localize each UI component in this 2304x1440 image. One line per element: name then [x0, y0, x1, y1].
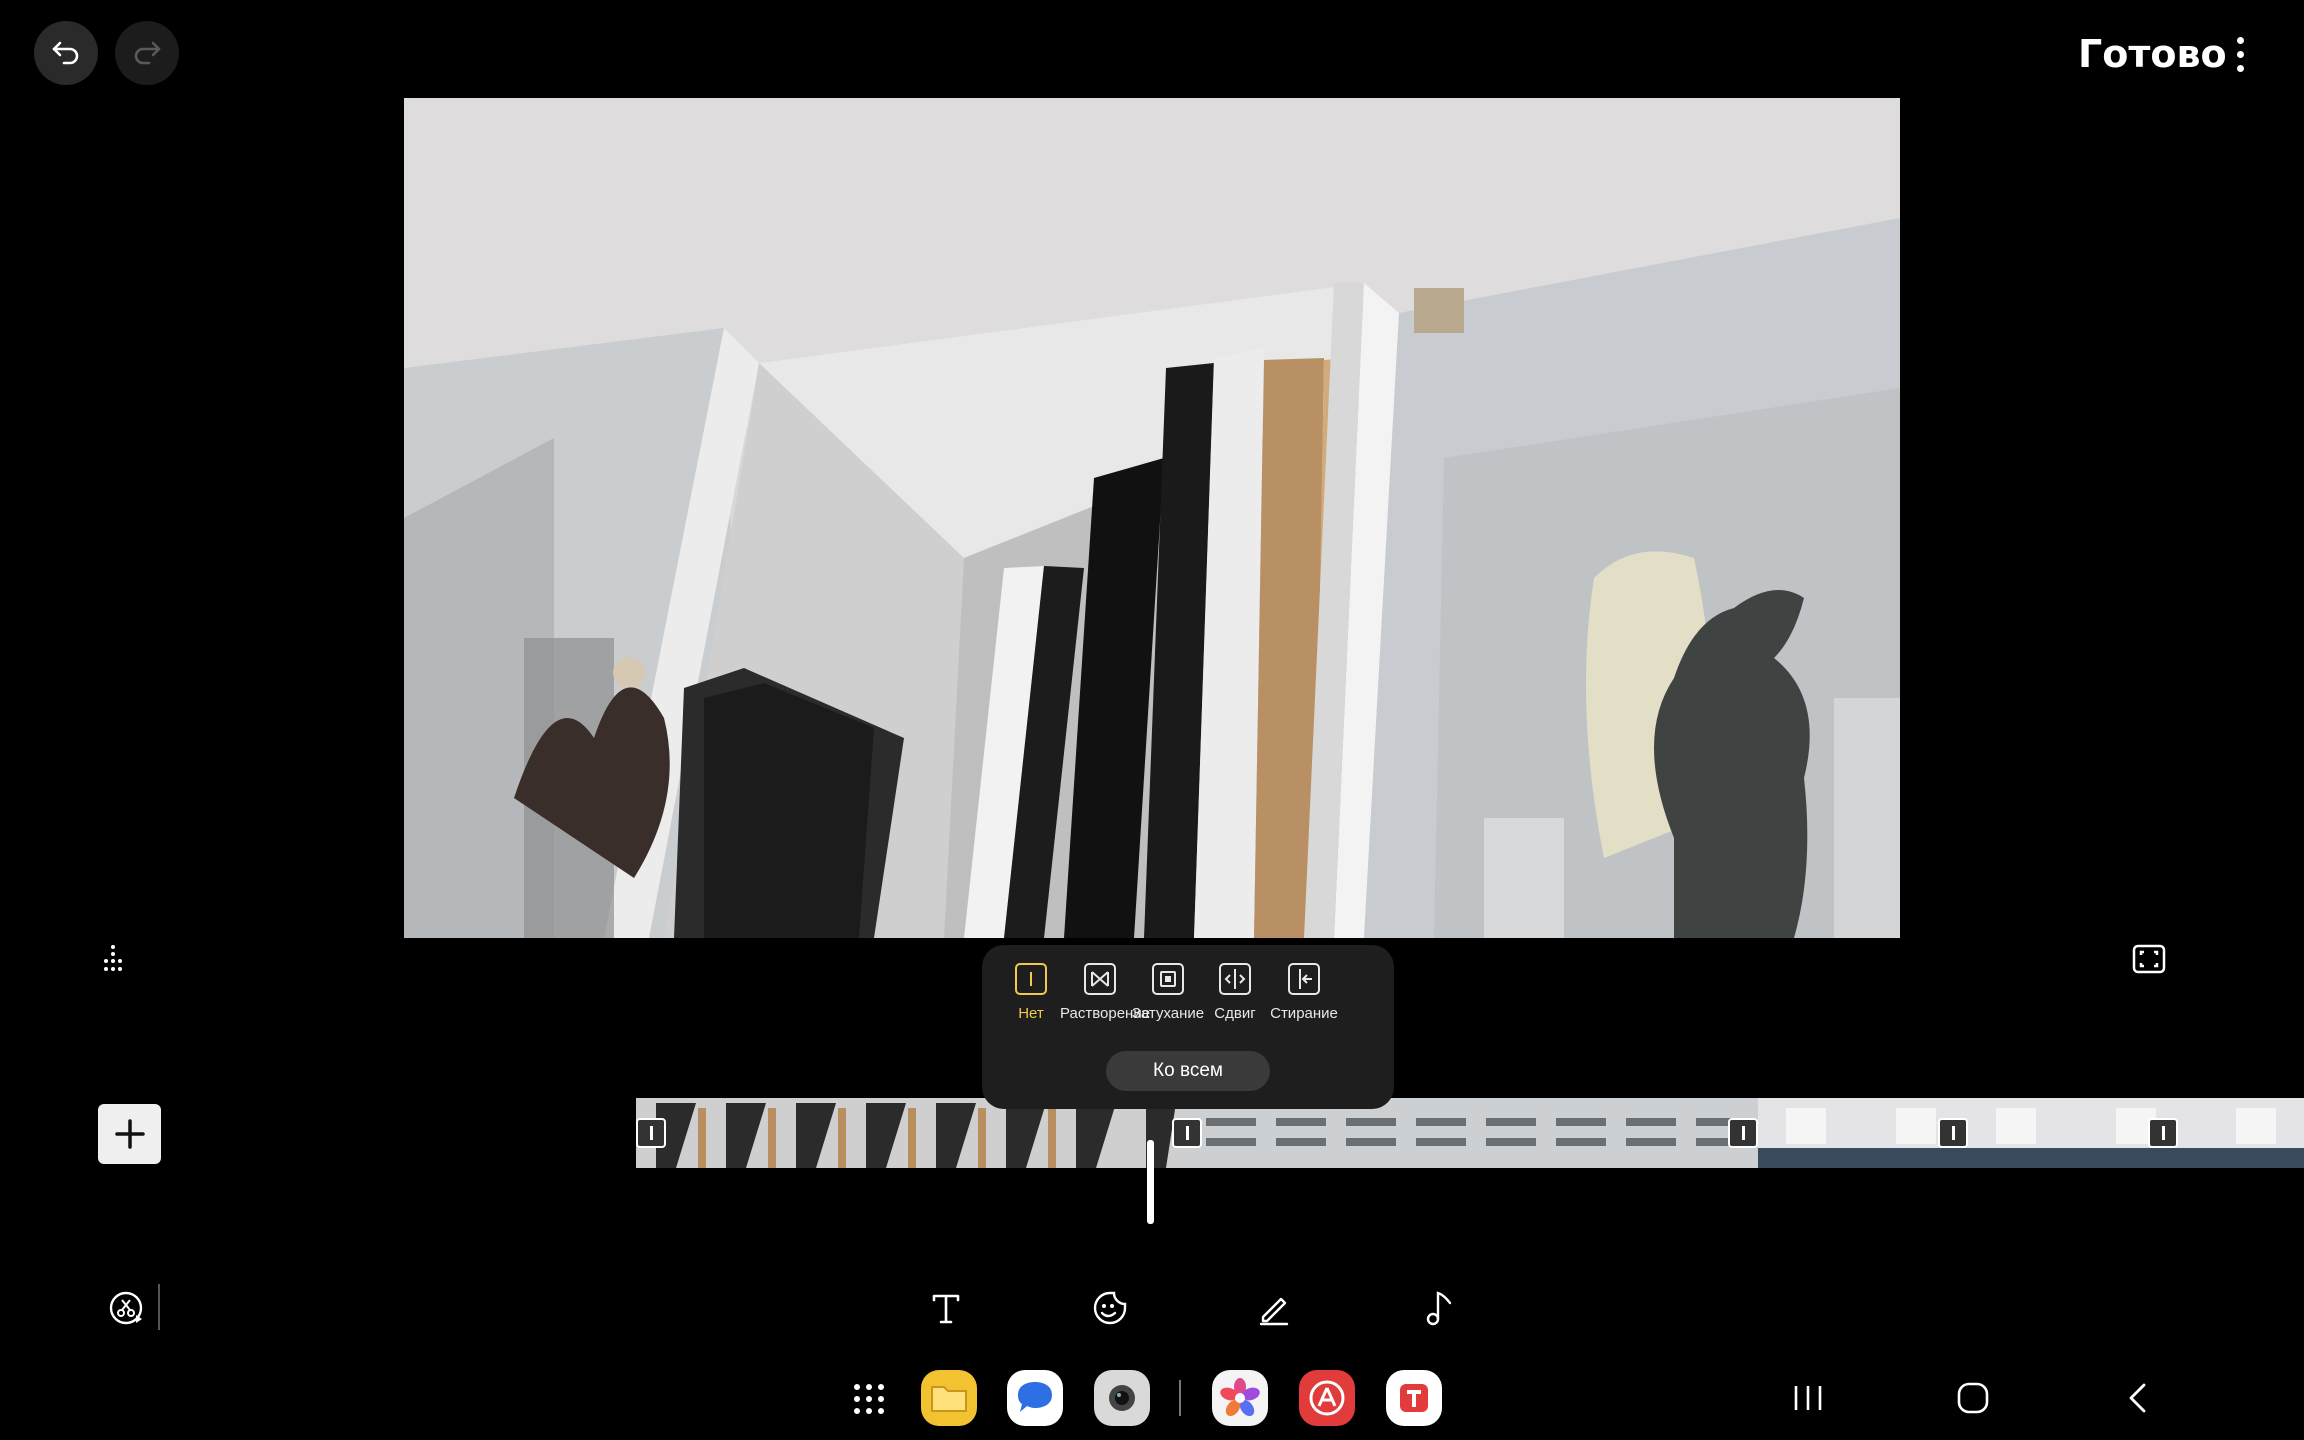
timeline-strip[interactable]: [636, 1098, 2304, 1168]
tinkoff-app-icon[interactable]: [1386, 1370, 1442, 1426]
transition-marker[interactable]: [1172, 1118, 1202, 1148]
transition-popup: Нет Растворение Затухание Сдвиг Стирание…: [982, 945, 1394, 1109]
plus-icon: [114, 1119, 145, 1149]
redo-button[interactable]: [115, 21, 179, 85]
transition-marker[interactable]: [1728, 1118, 1758, 1148]
recents-icon: [1794, 1386, 1822, 1410]
messages-app-icon[interactable]: [1007, 1370, 1063, 1426]
transition-slide[interactable]: Сдвиг: [1195, 963, 1275, 1022]
home-button[interactable]: [1943, 1368, 2003, 1428]
music-note-icon: [1426, 1291, 1452, 1326]
text-icon: [932, 1294, 960, 1324]
draw-tool-button[interactable]: [1244, 1278, 1304, 1338]
transition-marker[interactable]: [2148, 1118, 2178, 1148]
camera-app-icon[interactable]: [1094, 1370, 1150, 1426]
none-transition-icon: [1015, 963, 1047, 995]
sticker-icon: [1093, 1291, 1127, 1325]
transition-label: Стирание: [1270, 1005, 1338, 1022]
text-tool-button[interactable]: [916, 1278, 976, 1338]
redo-icon: [134, 41, 161, 65]
scissors-circle-icon: [109, 1291, 143, 1325]
back-chevron-icon: [2129, 1383, 2146, 1413]
dissolve-transition-icon: [1084, 963, 1116, 995]
done-button[interactable]: Готово: [2078, 32, 2227, 76]
video-frame-image: [404, 98, 1900, 938]
slide-transition-icon: [1219, 963, 1251, 995]
timeline-thumbnails: [636, 1098, 2304, 1168]
recent-apps-button[interactable]: [1778, 1368, 1838, 1428]
undo-icon: [52, 41, 79, 65]
music-tool-button[interactable]: [1410, 1278, 1470, 1338]
dock-divider: [1179, 1380, 1181, 1416]
undo-button[interactable]: [34, 21, 98, 85]
gallery-app-icon[interactable]: [1212, 1370, 1268, 1426]
wipe-transition-icon: [1288, 963, 1320, 995]
files-app-icon[interactable]: [921, 1370, 977, 1426]
transition-label: Сдвиг: [1214, 1005, 1256, 1022]
playhead[interactable]: [1147, 1140, 1154, 1224]
transition-marker[interactable]: [636, 1118, 666, 1148]
pen-icon: [1259, 1297, 1289, 1326]
timeline-options-icon[interactable]: [100, 944, 126, 974]
transition-none[interactable]: Нет: [991, 963, 1071, 1022]
sticker-tool-button[interactable]: [1080, 1278, 1140, 1338]
edit-clip-button[interactable]: [98, 1278, 158, 1338]
more-options-icon[interactable]: [2220, 24, 2260, 84]
back-button[interactable]: [2108, 1368, 2168, 1428]
video-preview[interactable]: [404, 98, 1900, 938]
apply-to-all-button[interactable]: Ко всем: [1106, 1051, 1270, 1091]
transition-label: Нет: [1018, 1005, 1044, 1022]
home-icon: [1957, 1382, 1989, 1414]
transition-wipe[interactable]: Стирание: [1264, 963, 1344, 1022]
app-store-icon[interactable]: [1299, 1370, 1355, 1426]
app-drawer-icon[interactable]: [852, 1382, 886, 1416]
fullscreen-icon[interactable]: [2132, 944, 2166, 974]
transition-marker[interactable]: [1938, 1118, 1968, 1148]
add-clip-button[interactable]: [98, 1104, 161, 1164]
toolbar-divider: [158, 1284, 160, 1330]
fade-transition-icon: [1152, 963, 1184, 995]
